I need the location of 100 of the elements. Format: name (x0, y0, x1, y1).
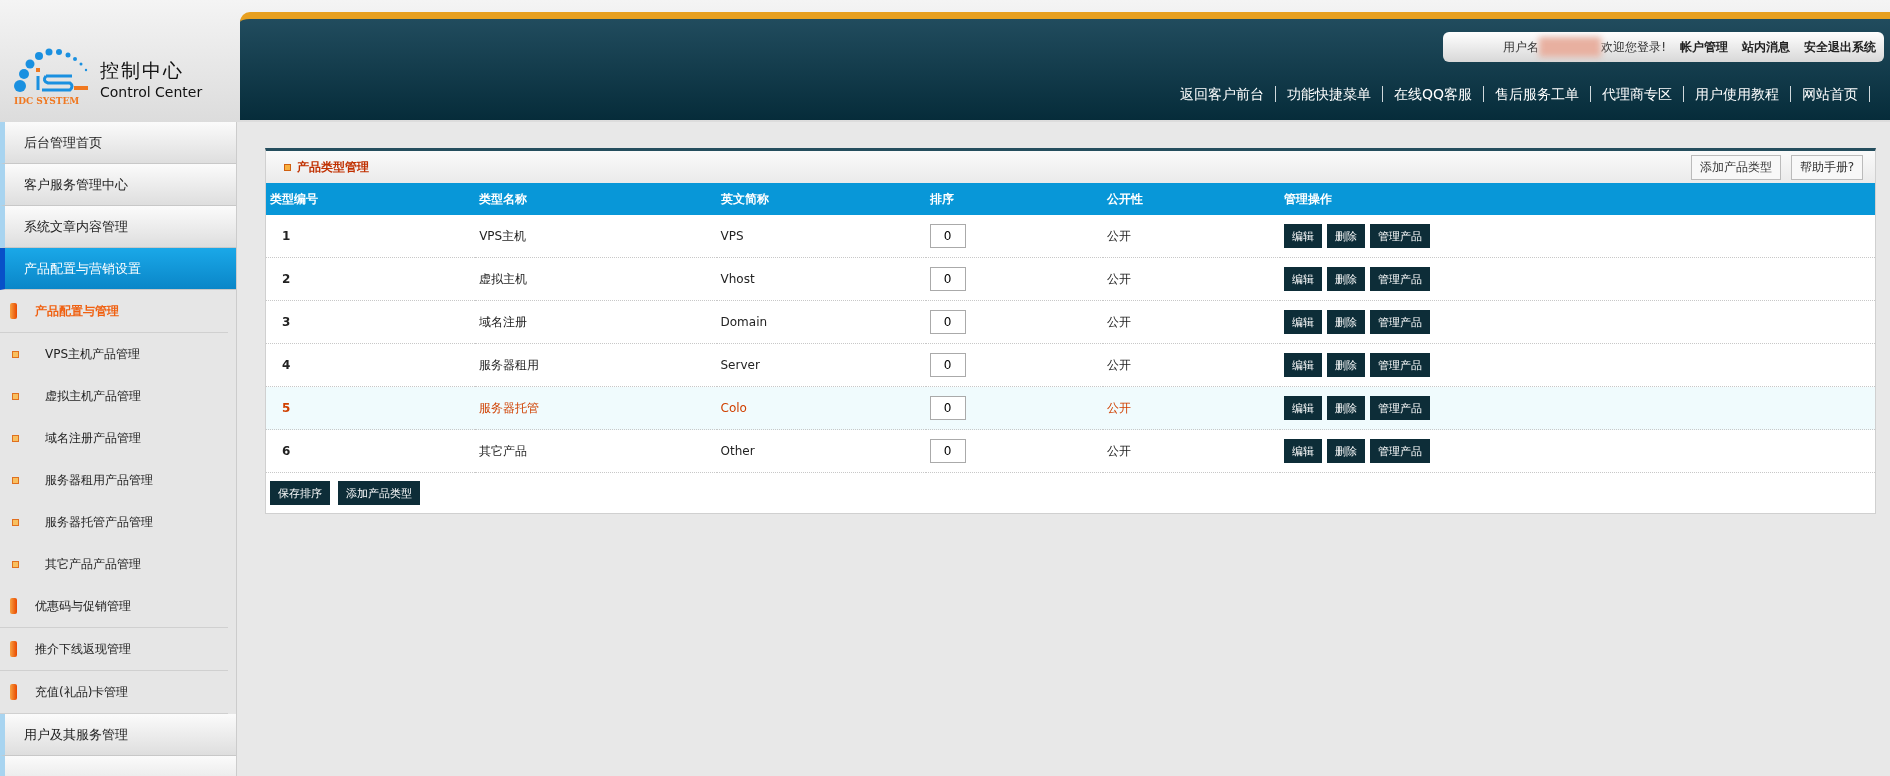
bullet-icon (12, 392, 19, 400)
order-input[interactable]: 0 (929, 353, 966, 377)
user-label: 用户名 (1503, 38, 1540, 56)
user-link[interactable]: 帐户管理 (1680, 38, 1728, 56)
table-cell: Server (716, 343, 926, 387)
order-input[interactable]: 0 (929, 224, 966, 248)
table-cell: Vhost (716, 257, 926, 301)
column-header: 公开性 (1102, 183, 1280, 215)
welcome-text: 欢迎您登录! (1601, 38, 1666, 56)
column-header: 类型编号 (266, 183, 476, 215)
column-header: 类型名称 (475, 183, 717, 215)
table-cell: 域名注册 (475, 300, 717, 344)
app-subtitle: Control Center (100, 84, 203, 100)
action-button[interactable]: 删除 (1326, 396, 1365, 420)
table-cell: 其它产品 (475, 429, 717, 473)
table-cell: Other (716, 429, 926, 473)
table-cell: 虚拟主机 (475, 257, 717, 301)
bullet-icon (12, 518, 19, 526)
header-button[interactable]: 帮助手册? (1790, 154, 1863, 180)
panel-title: 产品类型管理 (297, 158, 370, 176)
table-row[interactable]: 4 服务器租用 Server 0 公开 编辑 删除 管理产品 (266, 343, 1875, 387)
sidebar-item[interactable]: 其它产品产品管理 (0, 543, 236, 585)
order-input[interactable]: 0 (929, 396, 966, 420)
table-cell: 5 (266, 386, 476, 430)
column-header: 排序 (925, 183, 1103, 215)
table-row[interactable]: 2 虚拟主机 Vhost 0 公开 编辑 删除 管理产品 (266, 257, 1875, 301)
table-row[interactable]: 1 VPS主机 VPS 0 公开 编辑 删除 管理产品 (266, 215, 1875, 258)
bullet-icon (12, 560, 19, 568)
action-button[interactable]: 删除 (1326, 224, 1365, 248)
table-row[interactable]: 3 域名注册 Domain 0 公开 编辑 删除 管理产品 (266, 300, 1875, 344)
table-cell: 公开 (1102, 300, 1280, 344)
nav-link[interactable]: 返回客户前台 (1168, 86, 1276, 102)
action-button[interactable]: 编辑 (1283, 310, 1322, 334)
table-cell: 公开 (1102, 257, 1280, 301)
nav-link[interactable]: 代理商专区 (1591, 86, 1684, 102)
action-button[interactable]: 删除 (1326, 267, 1365, 291)
blurred-username (1539, 37, 1602, 57)
action-button[interactable]: 管理产品 (1369, 396, 1430, 420)
footer-button[interactable]: 保存排序 (270, 481, 330, 505)
action-button[interactable]: 编辑 (1283, 439, 1322, 463)
table-cell: Colo (716, 386, 926, 430)
table-cell: 3 (266, 300, 476, 344)
table-cell: 服务器托管 (475, 386, 717, 430)
bar-icon (10, 641, 17, 657)
bar-icon (10, 303, 17, 319)
nav-link[interactable]: 在线QQ客服 (1382, 86, 1484, 102)
sidebar-item[interactable]: 后台管理首页 (0, 122, 236, 164)
sidebar-item[interactable]: 服务器托管产品管理 (0, 501, 236, 543)
order-input[interactable]: 0 (929, 310, 966, 334)
user-link[interactable]: 安全退出系统 (1804, 38, 1876, 56)
sidebar-item[interactable]: 推介下线返现管理 (0, 628, 228, 671)
action-button[interactable]: 管理产品 (1369, 224, 1430, 248)
table-cell: VPS主机 (475, 215, 717, 258)
order-input[interactable]: 0 (929, 439, 966, 463)
bullet-icon (12, 476, 19, 484)
table-row[interactable]: 5 服务器托管 Colo 0 公开 编辑 删除 管理产品 (266, 386, 1875, 430)
nav-link[interactable]: 功能快捷菜单 (1275, 86, 1383, 102)
app-title: 控制中心 (100, 58, 185, 83)
sidebar-item[interactable]: 用户及其服务管理 (0, 714, 236, 756)
table-cell: 1 (266, 215, 476, 258)
bar-icon (10, 598, 17, 614)
action-button[interactable]: 管理产品 (1369, 353, 1430, 377)
action-button[interactable]: 管理产品 (1369, 267, 1430, 291)
action-button[interactable]: 删除 (1326, 310, 1365, 334)
table-cell: 公开 (1102, 343, 1280, 387)
nav-link[interactable]: 用户使用教程 (1684, 86, 1791, 102)
bullet-icon (284, 163, 291, 171)
table-cell: VPS (716, 215, 926, 258)
action-button[interactable]: 编辑 (1283, 267, 1322, 291)
footer-button[interactable]: 添加产品类型 (338, 481, 420, 505)
table-cell: 4 (266, 343, 476, 387)
table-cell: 6 (266, 429, 476, 473)
action-button[interactable]: 编辑 (1283, 224, 1322, 248)
header-button[interactable]: 添加产品类型 (1690, 154, 1781, 180)
table-cell: 2 (266, 257, 476, 301)
action-button[interactable]: 管理产品 (1369, 439, 1430, 463)
sidebar-item[interactable]: 优惠码与促销管理 (0, 585, 228, 628)
action-button[interactable]: 编辑 (1283, 396, 1322, 420)
sidebar-item[interactable]: 虚拟主机产品管理 (0, 375, 236, 417)
order-input[interactable]: 0 (929, 267, 966, 291)
table-cell: 服务器租用 (475, 343, 717, 387)
table-row[interactable]: 6 其它产品 Other 0 公开 编辑 删除 管理产品 (266, 429, 1875, 473)
sidebar-item[interactable]: 系统文章内容管理 (0, 206, 236, 248)
table-cell: Domain (716, 300, 926, 344)
column-header: 英文简称 (716, 183, 926, 215)
action-button[interactable]: 删除 (1326, 439, 1365, 463)
bullet-icon (12, 434, 19, 442)
nav-link[interactable]: 售后服务工单 (1484, 86, 1591, 102)
column-header: 管理操作 (1279, 183, 1875, 215)
user-link[interactable]: 站内消息 (1742, 38, 1790, 56)
sidebar-item[interactable]: 域名注册产品管理 (0, 417, 236, 459)
nav-link[interactable]: 网站首页 (1791, 86, 1870, 102)
table-cell: 公开 (1102, 215, 1280, 258)
sidebar-item[interactable]: 服务器租用产品管理 (0, 459, 236, 501)
action-button[interactable]: 删除 (1326, 353, 1365, 377)
sidebar-item[interactable]: 客户服务管理中心 (0, 164, 236, 206)
action-button[interactable]: 管理产品 (1369, 310, 1430, 334)
table-cell: 公开 (1102, 386, 1280, 430)
action-button[interactable]: 编辑 (1283, 353, 1322, 377)
sidebar-item[interactable]: VPS主机产品管理 (0, 333, 236, 375)
